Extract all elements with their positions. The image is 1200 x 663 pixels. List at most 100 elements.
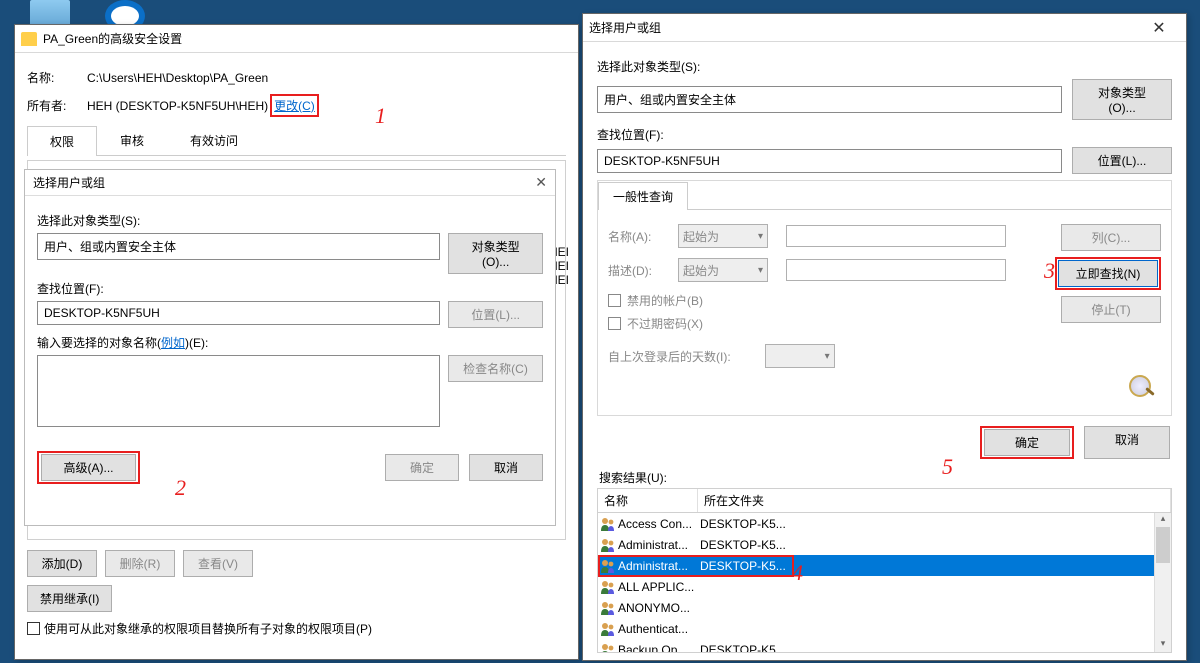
object-type-label: 选择此对象类型(S): — [37, 212, 543, 229]
search-icon — [1125, 375, 1161, 397]
example-link[interactable]: 例如 — [161, 336, 185, 350]
user-group-icon — [600, 537, 616, 553]
results-list[interactable]: Access Con...DESKTOP-K5...Administrat...… — [597, 513, 1172, 653]
result-name: ANONYMO... — [618, 601, 700, 615]
result-row[interactable]: Administrat...DESKTOP-K5... — [598, 534, 1171, 555]
desc-filter-input[interactable] — [786, 259, 1006, 281]
query-panel: 一般性查询 名称(A): 起始为▾ 描述(D): 起始为▾ 禁用的帐户(B) — [597, 180, 1172, 416]
remove-button[interactable]: 删除(R) — [105, 550, 175, 577]
result-folder: DESKTOP-K5... — [700, 517, 786, 531]
noexpire-checkbox[interactable] — [608, 317, 621, 330]
view-button[interactable]: 查看(V) — [183, 550, 253, 577]
location-label: 查找位置(F): — [597, 126, 1172, 143]
tab-permissions[interactable]: 权限 — [27, 126, 97, 156]
col-folder-header[interactable]: 所在文件夹 — [698, 489, 1171, 512]
result-folder: DESKTOP-K5... — [700, 538, 786, 552]
name-filter-label: 名称(A): — [608, 228, 664, 245]
find-now-button[interactable]: 立即查找(N) — [1058, 260, 1158, 287]
annotation-4: 4 — [792, 560, 803, 586]
user-group-icon — [600, 642, 616, 654]
disabled-checkbox[interactable] — [608, 294, 621, 307]
results-header: 名称 所在文件夹 — [597, 488, 1172, 513]
result-row[interactable]: Administrat...DESKTOP-K5... — [598, 555, 1171, 576]
result-row[interactable]: Access Con...DESKTOP-K5... — [598, 513, 1171, 534]
titlebar[interactable]: PA_Green的高级安全设置 — [15, 25, 578, 53]
result-row[interactable]: ANONYMO... — [598, 597, 1171, 618]
object-type-button[interactable]: 对象类型(O)... — [448, 233, 543, 274]
disable-inherit-button[interactable]: 禁用继承(I) — [27, 585, 112, 612]
user-group-icon — [600, 621, 616, 637]
change-owner-link[interactable]: 更改(C) — [274, 99, 315, 113]
tabs: 权限 审核 有效访问 — [27, 125, 566, 156]
replace-checkbox[interactable] — [27, 622, 40, 635]
object-type-input[interactable]: 用户、组或内置安全主体 — [37, 233, 440, 260]
location-button[interactable]: 位置(L)... — [1072, 147, 1172, 174]
scroll-up-icon[interactable]: ▴ — [1155, 513, 1171, 527]
desc-filter-label: 描述(D): — [608, 262, 664, 279]
name-value: C:\Users\HEH\Desktop\PA_Green — [87, 71, 268, 85]
user-group-icon — [600, 600, 616, 616]
advanced-button[interactable]: 高级(A)... — [41, 454, 136, 481]
scrollbar[interactable]: ▴ ▾ — [1154, 513, 1171, 652]
result-name: Backup Op... — [618, 643, 700, 654]
scroll-thumb[interactable] — [1156, 527, 1170, 563]
user-group-icon — [600, 558, 616, 574]
tab-general-query[interactable]: 一般性查询 — [598, 182, 688, 210]
desc-filter-select[interactable]: 起始为▾ — [678, 258, 768, 282]
result-folder: DESKTOP-K5... — [700, 559, 786, 573]
user-group-icon — [600, 579, 616, 595]
result-name: Administrat... — [618, 538, 700, 552]
annotation-2: 2 — [175, 475, 186, 501]
result-name: Access Con... — [618, 517, 700, 531]
location-input[interactable]: DESKTOP-K5NF5UH — [37, 301, 440, 325]
owner-label: 所有者: — [27, 97, 87, 114]
owner-value: HEH (DESKTOP-K5NF5UH\HEH) — [87, 99, 268, 113]
tab-audit[interactable]: 审核 — [97, 125, 167, 155]
object-type-button[interactable]: 对象类型(O)... — [1072, 79, 1172, 120]
replace-label: 使用可从此对象继承的权限项目替换所有子对象的权限项目(P) — [44, 620, 372, 637]
close-icon[interactable]: ✕ — [1138, 18, 1180, 38]
ok-button[interactable]: 确定 — [984, 429, 1070, 456]
object-type-label: 选择此对象类型(S): — [597, 58, 1172, 75]
dialog-title: 选择用户或组 — [589, 19, 1138, 36]
object-names-input[interactable] — [37, 355, 440, 427]
close-icon[interactable]: ✕ — [517, 174, 547, 191]
folder-icon — [21, 32, 37, 46]
result-row[interactable]: Authenticat... — [598, 618, 1171, 639]
check-names-button[interactable]: 检查名称(C) — [448, 355, 543, 382]
name-filter-input[interactable] — [786, 225, 1006, 247]
result-name: ALL APPLIC... — [618, 580, 700, 594]
select-user-dialog-advanced: 选择用户或组 ✕ 选择此对象类型(S): 用户、组或内置安全主体 对象类型(O)… — [582, 13, 1187, 661]
name-filter-select[interactable]: 起始为▾ — [678, 224, 768, 248]
user-group-icon — [600, 516, 616, 532]
result-name: Authenticat... — [618, 622, 700, 636]
days-label: 自上次登录后的天数(I): — [608, 348, 731, 365]
stop-button[interactable]: 停止(T) — [1061, 296, 1161, 323]
location-button[interactable]: 位置(L)... — [448, 301, 543, 328]
result-name: Administrat... — [618, 559, 700, 573]
annotation-1: 1 — [375, 103, 386, 129]
days-select[interactable]: ▾ — [765, 344, 835, 368]
annotation-3: 3 — [1044, 258, 1055, 284]
cancel-button[interactable]: 取消 — [469, 454, 543, 481]
scroll-down-icon[interactable]: ▾ — [1155, 638, 1171, 652]
ok-button[interactable]: 确定 — [385, 454, 459, 481]
object-type-input[interactable]: 用户、组或内置安全主体 — [597, 86, 1062, 113]
col-name-header[interactable]: 名称 — [598, 489, 698, 512]
select-user-dialog-small: 选择用户或组 ✕ 选择此对象类型(S): 用户、组或内置安全主体 对象类型(O)… — [24, 169, 556, 526]
result-row[interactable]: Backup Op...DESKTOP-K5... — [598, 639, 1171, 653]
add-button[interactable]: 添加(D) — [27, 550, 97, 577]
name-label: 名称: — [27, 69, 87, 86]
window-title: PA_Green的高级安全设置 — [43, 30, 572, 47]
dialog-title: 选择用户或组 — [33, 174, 517, 191]
result-folder: DESKTOP-K5... — [700, 643, 786, 654]
result-row[interactable]: ALL APPLIC... — [598, 576, 1171, 597]
location-label: 查找位置(F): — [37, 280, 543, 297]
results-label: 搜索结果(U): — [599, 469, 1170, 486]
annotation-5: 5 — [942, 454, 953, 480]
enter-names-label: 输入要选择的对象名称(例如)(E): — [37, 334, 543, 351]
tab-effective[interactable]: 有效访问 — [167, 125, 261, 155]
columns-button[interactable]: 列(C)... — [1061, 224, 1161, 251]
location-input[interactable]: DESKTOP-K5NF5UH — [597, 149, 1062, 173]
cancel-button[interactable]: 取消 — [1084, 426, 1170, 459]
